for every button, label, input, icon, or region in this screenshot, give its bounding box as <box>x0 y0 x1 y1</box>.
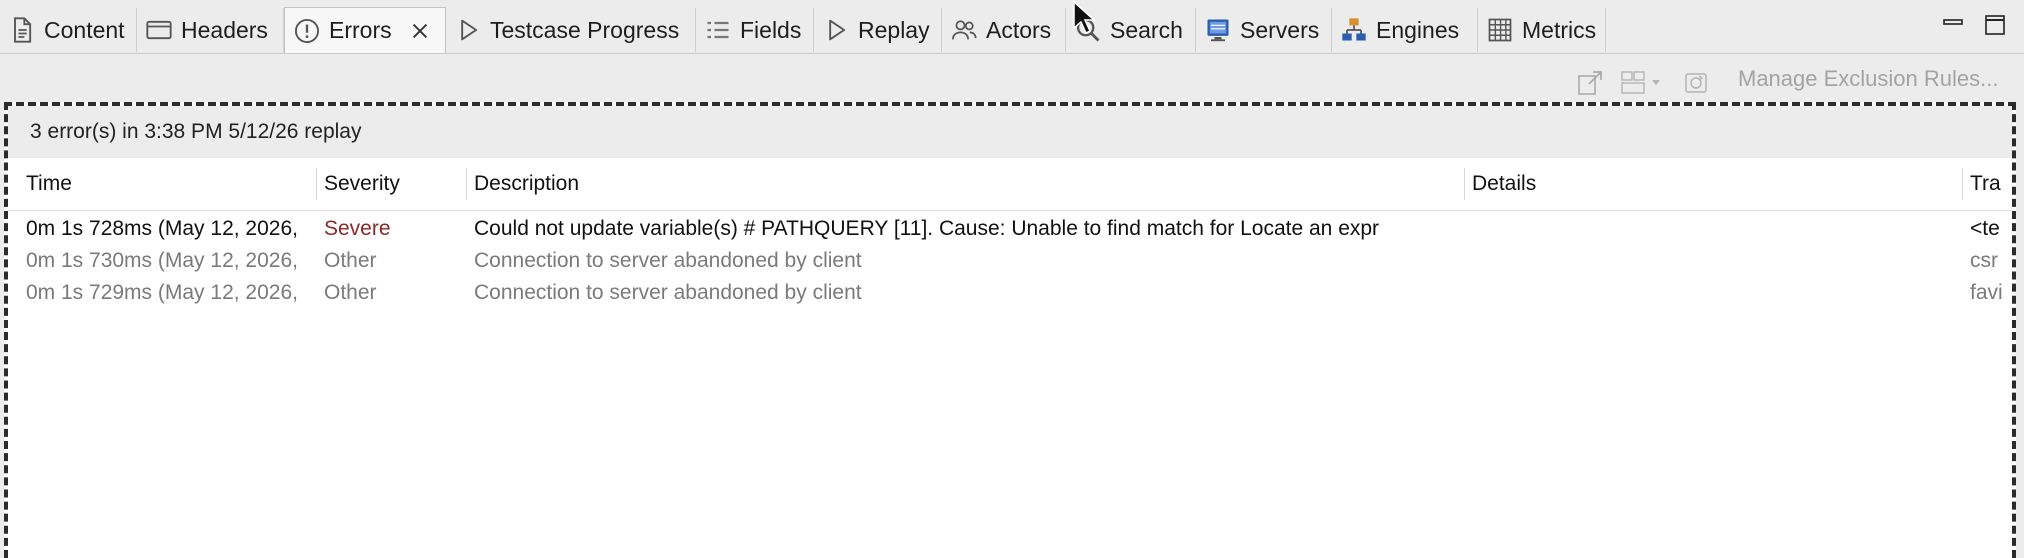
cell-details <box>1466 277 1962 309</box>
error-summary: 3 error(s) in 3:38 PM 5/12/26 replay <box>8 106 2012 158</box>
table-row[interactable]: 0m 1s 729ms (May 12, 2026, Other Connect… <box>8 277 2012 309</box>
errors-table: Time Severity Description Details Tra 0m… <box>8 158 2012 309</box>
tab-content[interactable]: Content <box>0 8 137 52</box>
tab-testcase-progress-label: Testcase Progress <box>490 16 680 43</box>
column-header-details[interactable]: Details <box>1466 158 1964 210</box>
tab-replay-label: Replay <box>858 16 930 43</box>
users-icon <box>950 16 978 44</box>
tab-testcase-progress[interactable]: Testcase Progress <box>446 8 696 52</box>
tab-replay[interactable]: Replay <box>814 8 942 52</box>
layout-dropdown-icon[interactable] <box>1618 66 1666 98</box>
close-tab-icon[interactable] <box>408 19 432 43</box>
tab-servers[interactable]: Servers <box>1196 8 1332 52</box>
tab-errors[interactable]: Errors <box>284 7 446 53</box>
play-outline-icon <box>454 16 482 44</box>
column-header-trace[interactable]: Tra <box>1964 158 2012 210</box>
tab-engines-label: Engines <box>1376 16 1460 43</box>
cell-trace: favi <box>1970 281 2003 304</box>
tab-metrics[interactable]: Metrics <box>1478 8 1606 52</box>
tab-headers[interactable]: Headers <box>137 8 284 52</box>
cell-severity: Severe <box>324 217 391 240</box>
error-circle-icon <box>293 17 321 45</box>
column-divider[interactable] <box>466 168 467 200</box>
cell-time: 0m 1s 730ms (May 12, 2026, <box>26 249 298 272</box>
view-tab-bar: Content Headers Errors Testcase Progress… <box>0 7 2024 54</box>
cell-severity: Other <box>324 281 377 304</box>
tab-fields-label: Fields <box>740 16 802 43</box>
export-icon[interactable] <box>1575 66 1607 98</box>
cell-details <box>1466 213 1962 245</box>
tab-engines[interactable]: Engines <box>1332 8 1478 52</box>
tab-search-label: Search <box>1110 16 1183 43</box>
manage-exclusion-rules-button[interactable]: Manage Exclusion Rules... <box>1738 66 1998 92</box>
cell-severity: Other <box>324 249 377 272</box>
tab-content-label: Content <box>44 16 125 43</box>
maximize-view-icon[interactable] <box>1984 14 2006 36</box>
tab-servers-label: Servers <box>1240 16 1320 43</box>
cell-time: 0m 1s 729ms (May 12, 2026, <box>26 281 298 304</box>
column-divider[interactable] <box>1962 168 1963 200</box>
column-header-description[interactable]: Description <box>468 158 1464 210</box>
table-row[interactable]: 0m 1s 730ms (May 12, 2026, Other Connect… <box>8 245 2012 277</box>
document-icon <box>8 16 36 44</box>
errors-panel: 3 error(s) in 3:38 PM 5/12/26 replay Tim… <box>4 102 2016 558</box>
cell-description: Connection to server abandoned by client <box>474 249 862 272</box>
window-icon <box>145 16 173 44</box>
table-row[interactable]: 0m 1s 728ms (May 12, 2026, Severe Could … <box>8 213 2012 245</box>
column-header-time[interactable]: Time <box>20 158 320 210</box>
column-divider[interactable] <box>1464 168 1465 200</box>
grid-icon <box>1486 16 1514 44</box>
cell-description: Could not update variable(s) # PATHQUERY… <box>474 217 1380 240</box>
monitor-icon <box>1204 16 1232 44</box>
tab-metrics-label: Metrics <box>1522 16 1597 43</box>
column-divider[interactable] <box>316 168 317 200</box>
cell-time: 0m 1s 728ms (May 12, 2026, <box>26 217 298 240</box>
tab-fields[interactable]: Fields <box>696 8 814 52</box>
table-header: Time Severity Description Details Tra <box>8 158 2012 211</box>
tab-actors[interactable]: Actors <box>942 8 1066 52</box>
hierarchy-icon <box>1340 16 1368 44</box>
tab-errors-label: Errors <box>329 17 392 43</box>
tab-actors-label: Actors <box>986 16 1052 43</box>
view-toolbar <box>0 60 2024 102</box>
mouse-cursor-icon <box>1073 0 1096 35</box>
cell-details <box>1466 245 1962 277</box>
minimize-view-icon[interactable] <box>1942 14 1964 36</box>
list-icon <box>704 16 732 44</box>
column-header-severity[interactable]: Severity <box>318 158 468 210</box>
tab-headers-label: Headers <box>181 16 268 43</box>
play-outline-icon <box>822 16 850 44</box>
refresh-icon[interactable] <box>1680 66 1712 98</box>
cell-trace: csr <box>1970 249 1998 272</box>
cell-trace: <te <box>1970 217 2000 240</box>
cell-description: Connection to server abandoned by client <box>474 281 862 304</box>
